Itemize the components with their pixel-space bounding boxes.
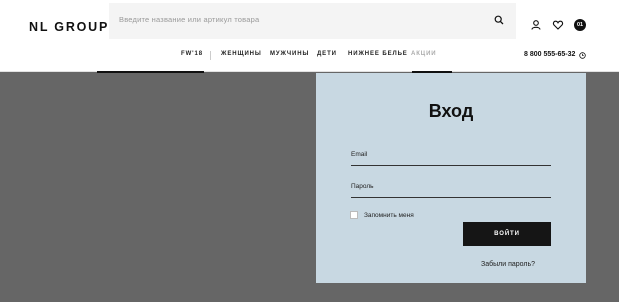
nav-dropdown-edge <box>97 71 204 73</box>
nav-item-fw18[interactable]: FW'18 <box>181 51 203 57</box>
heart-icon[interactable] <box>552 19 564 31</box>
forgot-password-link[interactable]: Забыли пароль? <box>481 261 535 268</box>
remember-label[interactable]: Запомнить меня <box>364 212 414 219</box>
cart-button[interactable]: 01 <box>574 19 586 31</box>
nav-item-kids[interactable]: ДЕТИ <box>317 51 337 57</box>
site-logo[interactable]: NL GROUP <box>29 20 109 34</box>
email-underline <box>351 165 551 166</box>
login-panel: Вход Email Пароль Запомнить меня ВОЙТИ З… <box>316 73 586 283</box>
nav-divider <box>210 51 211 60</box>
search-icon[interactable] <box>494 15 504 25</box>
user-icon[interactable] <box>530 19 542 31</box>
password-field[interactable] <box>351 185 551 197</box>
login-button[interactable]: ВОЙТИ <box>463 222 551 246</box>
phone-number[interactable]: 8 800 555-65-32 <box>524 51 575 58</box>
password-underline <box>351 197 551 198</box>
login-title: Вход <box>428 101 474 121</box>
clock-icon[interactable] <box>579 52 586 59</box>
email-field[interactable] <box>351 153 551 165</box>
nav-item-women[interactable]: ЖЕНЩИНЫ <box>221 51 262 57</box>
remember-checkbox[interactable] <box>350 211 358 219</box>
nav-item-sale[interactable]: АКЦИИ <box>411 51 437 57</box>
nav-item-underwear[interactable]: НИЖНЕЕ БЕЛЬЕ <box>348 51 408 57</box>
search-input[interactable]: Введите название или артикул товара <box>119 15 259 24</box>
nav-item-men[interactable]: МУЖЧИНЫ <box>270 51 309 57</box>
site-header: NL GROUP Введите название или артикул то… <box>0 0 619 72</box>
search-bar[interactable]: Введите название или артикул товара <box>109 3 516 39</box>
